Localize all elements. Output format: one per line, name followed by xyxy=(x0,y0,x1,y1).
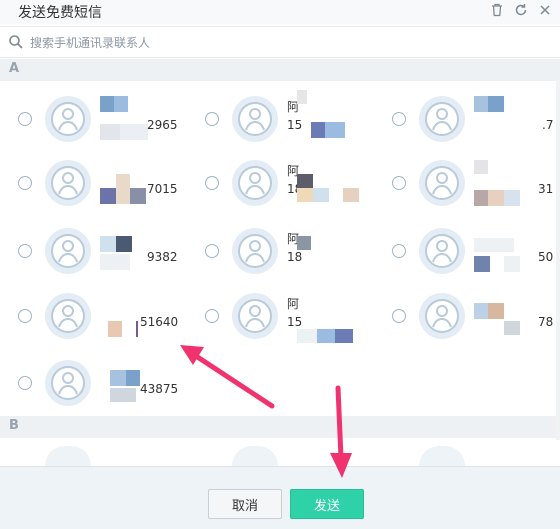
select-radio[interactable] xyxy=(392,244,406,258)
contact-item[interactable]: 78 xyxy=(392,293,560,353)
avatar xyxy=(232,446,278,466)
window-title: 发送免费短信 xyxy=(18,5,102,21)
contact-item[interactable]: 7015 xyxy=(18,160,188,220)
section-header-b: B xyxy=(0,416,560,438)
title-icons xyxy=(488,1,554,19)
blurred-info xyxy=(297,228,377,274)
avatar xyxy=(419,228,465,274)
contact-item[interactable]: 2965 xyxy=(18,96,188,156)
avatar xyxy=(45,360,91,406)
contact-phone: 15 xyxy=(287,118,303,132)
blurred-info xyxy=(297,90,383,142)
select-radio[interactable] xyxy=(392,112,406,126)
avatar xyxy=(419,96,465,142)
avatar xyxy=(45,293,91,339)
avatar xyxy=(419,160,465,206)
arrow-to-contacts xyxy=(180,345,275,409)
avatar xyxy=(232,228,278,274)
contact-phone: .7 xyxy=(542,118,554,132)
select-radio[interactable] xyxy=(18,309,32,323)
close-icon[interactable] xyxy=(536,1,554,19)
contact-phone: 78 xyxy=(538,315,554,329)
contact-item[interactable]: 43875 xyxy=(18,360,188,420)
avatar xyxy=(419,293,465,339)
select-radio[interactable] xyxy=(392,176,406,190)
select-radio[interactable] xyxy=(205,176,219,190)
avatar xyxy=(45,96,91,142)
contact-item[interactable]: 阿 18 xyxy=(205,160,375,220)
search-icon xyxy=(8,34,24,50)
blurred-info xyxy=(297,160,377,206)
contact-item[interactable]: 31 xyxy=(392,160,560,220)
contact-item[interactable]: 50 xyxy=(392,228,560,288)
avatar xyxy=(45,228,91,274)
contact-phone: 51640 xyxy=(140,315,179,329)
avatar xyxy=(232,293,278,339)
contact-phone: 50 xyxy=(538,250,554,264)
contact-phone: 43875 xyxy=(140,382,179,396)
avatar xyxy=(232,96,278,142)
contact-item[interactable]: 阿 15 xyxy=(205,293,375,353)
trash-icon[interactable] xyxy=(488,1,506,19)
contact-item[interactable]: 9382 xyxy=(18,228,188,288)
cancel-button[interactable]: 取消 xyxy=(208,489,282,519)
contact-phone: 31 xyxy=(538,182,554,196)
select-radio[interactable] xyxy=(205,309,219,323)
footer: 取消 发送 xyxy=(0,466,560,529)
refresh-icon[interactable] xyxy=(512,1,530,19)
avatar xyxy=(45,160,91,206)
select-radio[interactable] xyxy=(18,112,32,126)
avatar xyxy=(232,160,278,206)
blurred-info xyxy=(297,293,377,343)
search-input[interactable] xyxy=(30,32,530,54)
select-radio[interactable] xyxy=(18,244,32,258)
scrollbar[interactable] xyxy=(556,80,560,440)
section-letter: B xyxy=(9,418,19,433)
select-radio[interactable] xyxy=(205,244,219,258)
contact-phone: 7015 xyxy=(147,182,178,196)
search-bar xyxy=(0,26,560,58)
contact-item[interactable]: 51640 xyxy=(18,293,188,353)
send-button[interactable]: 发送 xyxy=(290,489,364,519)
contact-item[interactable]: 阿 15 xyxy=(205,90,375,156)
select-radio[interactable] xyxy=(18,176,32,190)
title-bar: 发送免费短信 xyxy=(0,0,560,24)
select-radio[interactable] xyxy=(205,112,219,126)
section-header-a: A xyxy=(0,59,560,81)
section-letter: A xyxy=(9,61,20,76)
avatar xyxy=(419,446,465,466)
avatar xyxy=(45,446,91,466)
contact-item[interactable]: .7 xyxy=(392,96,560,156)
contact-phone: 2965 xyxy=(147,118,178,132)
contact-phone: 9382 xyxy=(147,250,178,264)
select-radio[interactable] xyxy=(18,376,32,390)
contact-item[interactable]: 阿 18 xyxy=(205,228,375,288)
select-radio[interactable] xyxy=(392,309,406,323)
